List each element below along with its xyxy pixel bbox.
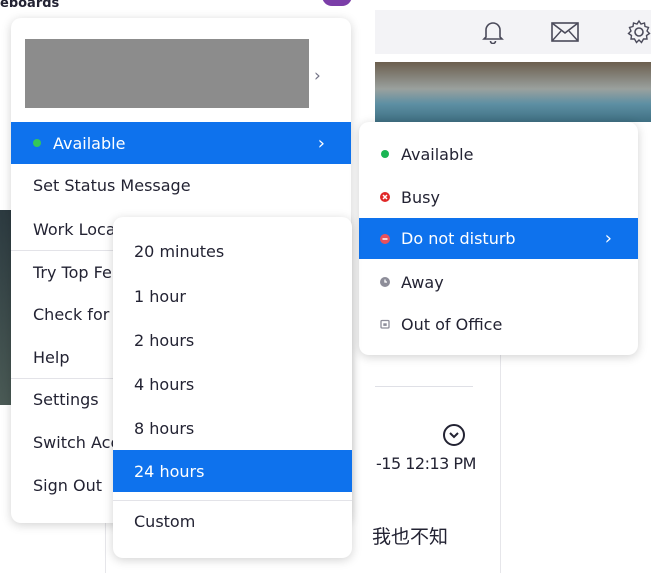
status-away[interactable]: Away [359, 270, 638, 294]
menu-item-try-top-features[interactable]: Try Top Fe [33, 261, 112, 283]
duration-8-hours[interactable]: 8 hours [134, 417, 194, 439]
green-dot-icon [381, 150, 389, 158]
duration-4-hours[interactable]: 4 hours [134, 373, 194, 395]
status-out-of-office[interactable]: Out of Office [359, 312, 638, 336]
divider [500, 355, 501, 573]
profile-info-redacted[interactable] [25, 39, 309, 108]
bell-icon[interactable] [479, 18, 507, 46]
divider [375, 386, 473, 387]
duration-24-hours[interactable]: 24 hours [113, 450, 352, 492]
divider [11, 250, 113, 251]
menu-item-settings[interactable]: Settings [33, 388, 99, 410]
duration-custom[interactable]: Custom [134, 510, 195, 532]
status-label: Away [401, 272, 444, 292]
status-available[interactable]: Available [359, 142, 638, 166]
menu-item-label: Available [53, 133, 126, 153]
duration-1-hour[interactable]: 1 hour [134, 285, 186, 307]
chevron-right-icon: › [317, 132, 325, 154]
menu-item-set-status-message[interactable]: Set Status Message [33, 174, 191, 196]
menu-item-status[interactable]: Available › [11, 122, 351, 164]
menu-item-check-for-updates[interactable]: Check for [33, 303, 109, 325]
clock-icon [380, 277, 390, 287]
duration-label: 24 hours [134, 461, 205, 481]
status-busy[interactable]: Busy [359, 185, 638, 209]
toolbar [375, 10, 651, 54]
calendar-icon [380, 319, 390, 329]
divider [11, 378, 113, 379]
message-snippet: 我也不知 [372, 526, 449, 548]
dnd-icon [380, 233, 390, 244]
status-do-not-disturb[interactable]: Do not disturb › [359, 218, 638, 259]
menu-item-sign-out[interactable]: Sign Out [33, 474, 102, 496]
menu-item-work-location[interactable]: Work Loca [33, 218, 116, 240]
mail-icon[interactable] [551, 18, 579, 46]
message-timestamp: -15 12:13 PM [376, 454, 476, 473]
chevron-right-icon[interactable]: › [314, 66, 321, 86]
green-dot-icon [33, 139, 41, 147]
menu-item-switch-account[interactable]: Switch Acc [33, 431, 119, 453]
banner-image [375, 62, 651, 122]
status-label: Do not disturb [401, 229, 516, 248]
status-label: Available [401, 144, 474, 164]
divider [113, 500, 352, 501]
duration-2-hours[interactable]: 2 hours [134, 329, 194, 351]
gear-icon[interactable] [625, 18, 651, 46]
status-label: Busy [401, 187, 440, 207]
status-label: Out of Office [401, 314, 503, 334]
duration-20-minutes[interactable]: 20 minutes [134, 240, 224, 262]
divider [105, 520, 106, 573]
app-title: eboards [0, 0, 60, 11]
chevron-down-circle-icon[interactable] [443, 424, 465, 446]
busy-icon [380, 192, 390, 202]
chevron-right-icon: › [604, 228, 612, 249]
menu-item-help[interactable]: Help [33, 346, 69, 368]
